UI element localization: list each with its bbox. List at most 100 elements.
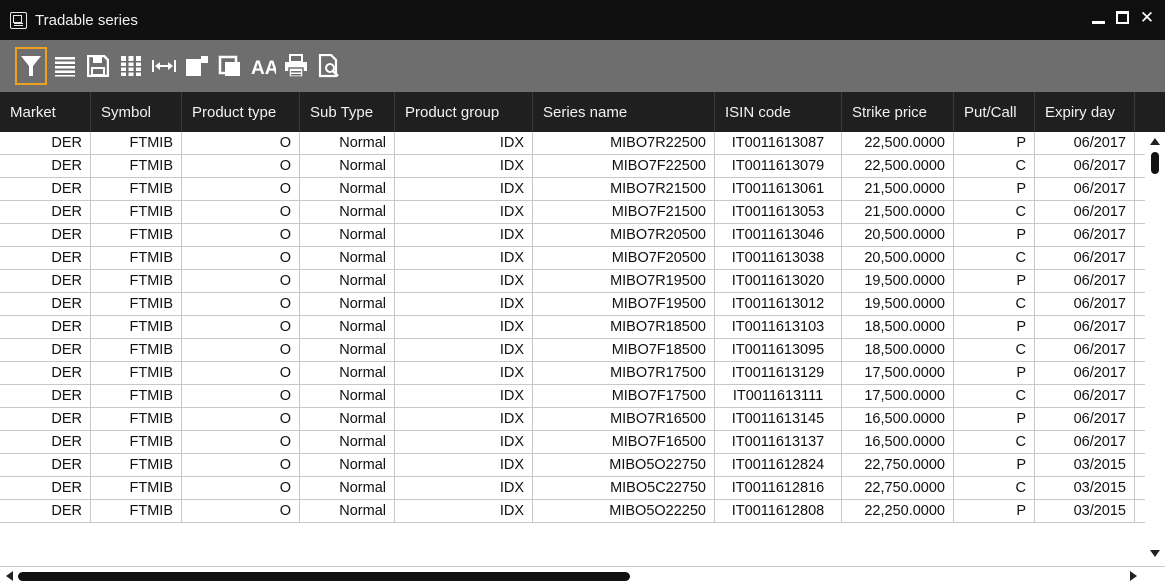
cell-product-type[interactable]: O xyxy=(182,385,300,407)
save-icon[interactable] xyxy=(84,48,112,84)
cell-market[interactable]: DER xyxy=(0,431,91,453)
cell-market[interactable]: DER xyxy=(0,385,91,407)
print-icon[interactable] xyxy=(282,48,310,84)
cell-symbol[interactable]: FTMIB xyxy=(91,270,182,292)
cell-put-call[interactable]: P xyxy=(954,500,1035,522)
cell-strike-price[interactable]: 18,500.0000 xyxy=(842,339,954,361)
cell-series-name[interactable]: MIBO7F16500 xyxy=(533,431,715,453)
cell-symbol[interactable]: FTMIB xyxy=(91,431,182,453)
cell-market[interactable]: DER xyxy=(0,408,91,430)
cell-symbol[interactable]: FTMIB xyxy=(91,500,182,522)
cell-series-name[interactable]: MIBO7R18500 xyxy=(533,316,715,338)
cell-sub-type[interactable]: Normal xyxy=(300,431,395,453)
print-preview-icon[interactable] xyxy=(315,48,343,84)
cell-expiry-day[interactable]: 06/2017 xyxy=(1035,247,1135,269)
cell-isin-code[interactable]: IT0011613020 xyxy=(715,270,842,292)
cell-expiry-day[interactable]: 06/2017 xyxy=(1035,362,1135,384)
cell-product-type[interactable]: O xyxy=(182,431,300,453)
cell-isin-code[interactable]: IT0011613095 xyxy=(715,339,842,361)
cell-product-group[interactable]: IDX xyxy=(395,454,533,476)
cell-strike-price[interactable]: 17,500.0000 xyxy=(842,385,954,407)
cell-put-call[interactable]: P xyxy=(954,224,1035,246)
columns-icon[interactable] xyxy=(117,48,145,84)
cell-isin-code[interactable]: IT0011613087 xyxy=(715,132,842,154)
cell-sub-type[interactable]: Normal xyxy=(300,454,395,476)
cell-symbol[interactable]: FTMIB xyxy=(91,362,182,384)
cell-strike-price[interactable]: 22,750.0000 xyxy=(842,477,954,499)
cell-symbol[interactable]: FTMIB xyxy=(91,224,182,246)
scroll-up-icon[interactable] xyxy=(1150,138,1160,145)
horizontal-scrollbar[interactable] xyxy=(0,566,1165,586)
cell-put-call[interactable]: P xyxy=(954,362,1035,384)
cell-expiry-day[interactable]: 06/2017 xyxy=(1035,408,1135,430)
cell-sub-type[interactable]: Normal xyxy=(300,362,395,384)
cell-sub-type[interactable]: Normal xyxy=(300,247,395,269)
cell-series-name[interactable]: MIBO7F20500 xyxy=(533,247,715,269)
cell-expiry-day[interactable]: 06/2017 xyxy=(1035,385,1135,407)
table-row[interactable]: DER FTMIB O Normal IDX MIBO7R18500 IT001161310… xyxy=(0,316,1145,339)
cell-strike-price[interactable]: 20,500.0000 xyxy=(842,224,954,246)
cell-series-name[interactable]: MIBO7F18500 xyxy=(533,339,715,361)
cell-expiry-day[interactable]: 06/2017 xyxy=(1035,293,1135,315)
cell-put-call[interactable]: C xyxy=(954,293,1035,315)
table-row[interactable]: DER FTMIB O Normal IDX MIBO5C22750 IT001161281… xyxy=(0,477,1145,500)
cell-product-type[interactable]: O xyxy=(182,247,300,269)
cell-sub-type[interactable]: Normal xyxy=(300,339,395,361)
cell-put-call[interactable]: C xyxy=(954,247,1035,269)
cell-symbol[interactable]: FTMIB xyxy=(91,155,182,177)
column-header-product-type[interactable]: Product type xyxy=(182,92,300,132)
cell-strike-price[interactable]: 22,500.0000 xyxy=(842,155,954,177)
cell-put-call[interactable]: C xyxy=(954,477,1035,499)
cell-product-group[interactable]: IDX xyxy=(395,408,533,430)
cell-product-group[interactable]: IDX xyxy=(395,293,533,315)
cell-put-call[interactable]: P xyxy=(954,270,1035,292)
cell-sub-type[interactable]: Normal xyxy=(300,500,395,522)
cell-market[interactable]: DER xyxy=(0,247,91,269)
cell-product-group[interactable]: IDX xyxy=(395,385,533,407)
cell-market[interactable]: DER xyxy=(0,293,91,315)
table-row[interactable]: DER FTMIB O Normal IDX MIBO7F17500 IT001161311… xyxy=(0,385,1145,408)
cell-product-group[interactable]: IDX xyxy=(395,477,533,499)
cell-isin-code[interactable]: IT0011612808 xyxy=(715,500,842,522)
cell-sub-type[interactable]: Normal xyxy=(300,408,395,430)
maximize-icon[interactable] xyxy=(1115,10,1131,26)
cell-product-type[interactable]: O xyxy=(182,270,300,292)
cell-product-group[interactable]: IDX xyxy=(395,201,533,223)
cell-expiry-day[interactable]: 06/2017 xyxy=(1035,316,1135,338)
cell-product-type[interactable]: O xyxy=(182,339,300,361)
cell-sub-type[interactable]: Normal xyxy=(300,178,395,200)
column-header-put-call[interactable]: Put/Call xyxy=(954,92,1035,132)
cell-product-type[interactable]: O xyxy=(182,178,300,200)
cell-product-group[interactable]: IDX xyxy=(395,178,533,200)
title-bar[interactable]: Tradable series ✕ xyxy=(0,0,1165,40)
cell-series-name[interactable]: MIBO7R17500 xyxy=(533,362,715,384)
column-header-isin-code[interactable]: ISIN code xyxy=(715,92,842,132)
cell-put-call[interactable]: C xyxy=(954,201,1035,223)
cell-isin-code[interactable]: IT0011613079 xyxy=(715,155,842,177)
cell-expiry-day[interactable]: 03/2015 xyxy=(1035,477,1135,499)
cell-series-name[interactable]: MIBO5O22250 xyxy=(533,500,715,522)
cell-symbol[interactable]: FTMIB xyxy=(91,247,182,269)
cell-symbol[interactable]: FTMIB xyxy=(91,385,182,407)
cell-product-type[interactable]: O xyxy=(182,316,300,338)
cell-sub-type[interactable]: Normal xyxy=(300,270,395,292)
table-row[interactable]: DER FTMIB O Normal IDX MIBO7R20500 IT001161304… xyxy=(0,224,1145,247)
table-row[interactable]: DER FTMIB O Normal IDX MIBO7F22500 IT001161307… xyxy=(0,155,1145,178)
cell-sub-type[interactable]: Normal xyxy=(300,132,395,154)
cell-put-call[interactable]: C xyxy=(954,385,1035,407)
cell-strike-price[interactable]: 18,500.0000 xyxy=(842,316,954,338)
cell-sub-type[interactable]: Normal xyxy=(300,477,395,499)
cell-market[interactable]: DER xyxy=(0,316,91,338)
vertical-scrollbar[interactable] xyxy=(1145,132,1165,566)
table-row[interactable]: DER FTMIB O Normal IDX MIBO7F19500 IT001161301… xyxy=(0,293,1145,316)
table-row[interactable]: DER FTMIB O Normal IDX MIBO7F20500 IT001161303… xyxy=(0,247,1145,270)
cell-strike-price[interactable]: 21,500.0000 xyxy=(842,201,954,223)
cell-market[interactable]: DER xyxy=(0,155,91,177)
cell-product-type[interactable]: O xyxy=(182,224,300,246)
cell-strike-price[interactable]: 21,500.0000 xyxy=(842,178,954,200)
column-header-strike-price[interactable]: Strike price xyxy=(842,92,954,132)
cell-put-call[interactable]: C xyxy=(954,339,1035,361)
cell-market[interactable]: DER xyxy=(0,477,91,499)
table-row[interactable]: DER FTMIB O Normal IDX MIBO7R16500 IT001161314… xyxy=(0,408,1145,431)
table-row[interactable]: DER FTMIB O Normal IDX MIBO7F21500 IT001161305… xyxy=(0,201,1145,224)
